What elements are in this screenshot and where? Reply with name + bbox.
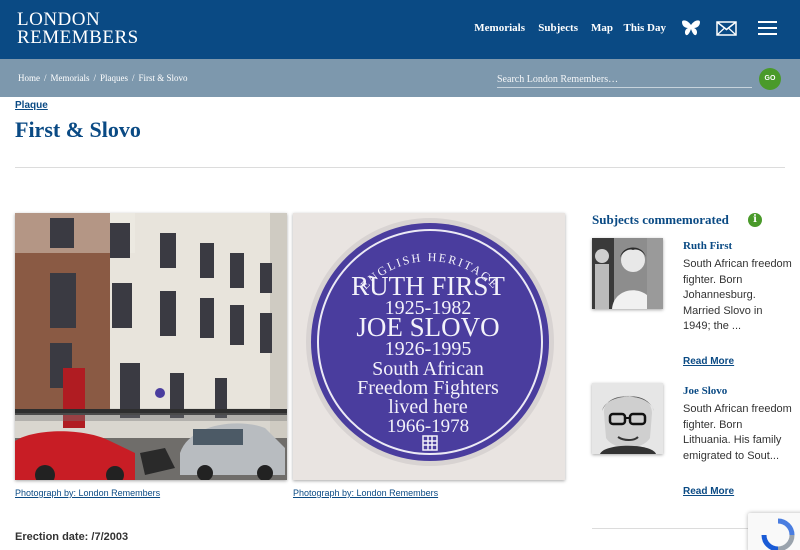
joe-slovo-portrait-image: [592, 383, 663, 454]
search-input[interactable]: [497, 72, 752, 88]
ruth-first-portrait-image: [592, 238, 663, 309]
breadcrumb: Home / Memorials / Plaques / First & Slovo: [18, 73, 188, 83]
photo-plaque[interactable]: ENGLISH HERITAGE RUTH FIRST 1925-1982 JO…: [293, 213, 565, 480]
subject-description-joe-slovo: South African freedom fighter. Born Lith…: [683, 403, 792, 462]
breadcrumb-home[interactable]: Home: [18, 73, 40, 83]
search-go-button[interactable]: GO: [759, 68, 781, 90]
envelope-icon[interactable]: [716, 21, 737, 36]
subject-thumbnail-joe-slovo[interactable]: [592, 383, 663, 454]
breadcrumb-plaques[interactable]: Plaques: [100, 73, 128, 83]
plaque-line-8: 1966-1978: [387, 416, 469, 437]
logo-line-2: REMEMBERS: [17, 27, 139, 48]
subject-thumbnail-ruth-first[interactable]: [592, 238, 663, 309]
top-header: LONDON REMEMBERS Memorials Subjects Map …: [0, 0, 800, 59]
butterfly-icon[interactable]: [681, 19, 701, 37]
subjects-commemorated-heading: Subjects commemorated: [592, 212, 729, 227]
plaque-line-7: lived here: [388, 396, 468, 418]
divider: [15, 167, 785, 168]
photo-credit-link[interactable]: Photograph by: London Remembers: [15, 488, 160, 498]
photo-credit-link[interactable]: Photograph by: London Remembers: [293, 488, 438, 498]
photo-street[interactable]: [15, 213, 287, 480]
nav-map[interactable]: Map: [591, 22, 613, 34]
hamburger-menu-icon[interactable]: [758, 21, 777, 35]
plaque-photo-image: ENGLISH HERITAGE RUTH FIRST 1925-1982 JO…: [293, 213, 565, 480]
site-logo[interactable]: LONDON REMEMBERS: [17, 10, 139, 48]
memorial-type-link[interactable]: Plaque: [15, 100, 48, 111]
nav-this-day[interactable]: This Day: [624, 22, 667, 34]
nav-subjects[interactable]: Subjects: [538, 22, 578, 34]
recaptcha-badge[interactable]: [748, 513, 800, 550]
subject-name-ruth-first[interactable]: Ruth First: [683, 240, 732, 252]
plaque-line-4: 1926-1995: [385, 338, 472, 360]
breadcrumb-separator: /: [44, 73, 47, 83]
breadcrumb-separator: /: [132, 73, 135, 83]
breadcrumb-bar: Home/Memorials/Plaques/First & Slovo GO: [0, 59, 800, 97]
breadcrumb-memorials[interactable]: Memorials: [51, 73, 90, 83]
erection-date: Erection date: /7/2003: [15, 531, 129, 543]
breadcrumb-separator: /: [93, 73, 97, 83]
recaptcha-icon: [761, 518, 795, 550]
read-more-ruth-first[interactable]: Read More: [683, 356, 734, 367]
subject-description-ruth-first: South African freedom fighter. Born Joha…: [683, 258, 792, 332]
breadcrumb-current[interactable]: First & Slovo: [139, 73, 188, 83]
nav-memorials[interactable]: Memorials: [474, 22, 525, 34]
page-title: First & Slovo: [15, 117, 141, 142]
subject-name-joe-slovo[interactable]: Joe Slovo: [683, 385, 727, 397]
info-icon[interactable]: i: [748, 213, 762, 227]
street-photo-image: [15, 213, 287, 480]
read-more-joe-slovo[interactable]: Read More: [683, 486, 734, 497]
